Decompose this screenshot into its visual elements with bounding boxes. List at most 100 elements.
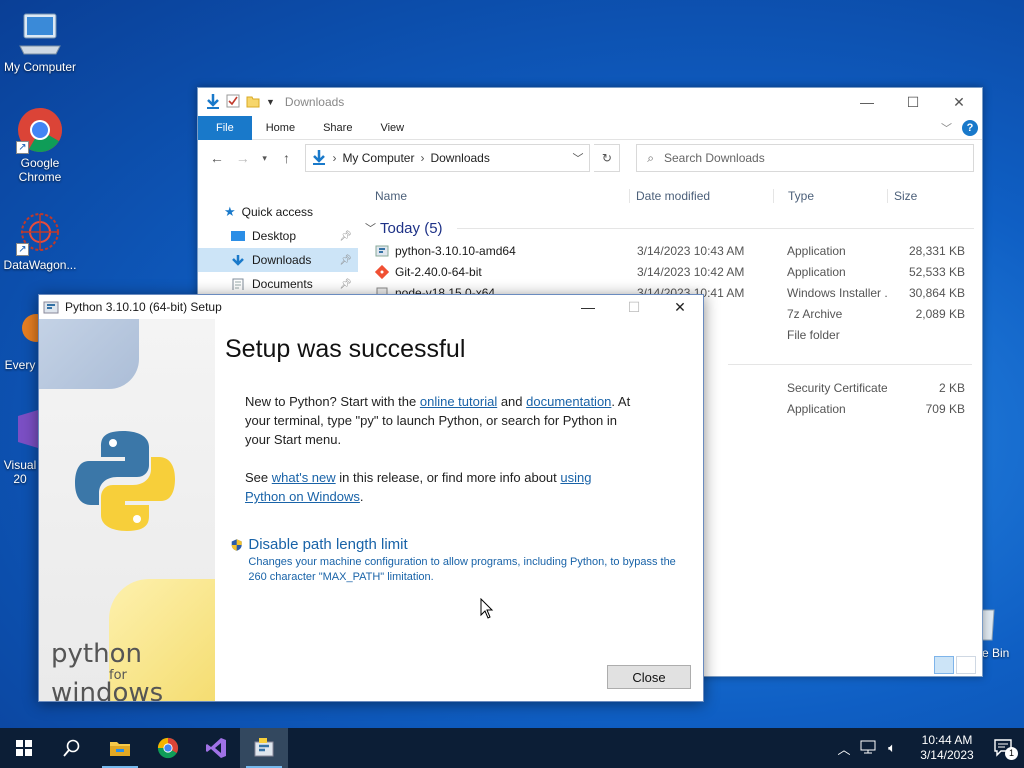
- shortcut-arrow-icon: ↗: [16, 141, 29, 154]
- large-icons-view-button[interactable]: [956, 656, 976, 674]
- address-bar[interactable]: › My Computer › Downloads ﹀: [305, 144, 591, 172]
- maximize-button[interactable]: ☐: [890, 88, 936, 116]
- tab-view[interactable]: View: [366, 116, 418, 140]
- explorer-titlebar[interactable]: ▼ Downloads — ☐ ✕: [198, 88, 982, 116]
- datawagon-icon: ↗: [16, 208, 64, 256]
- taskbar-file-explorer[interactable]: [96, 728, 144, 768]
- chevron-right-icon: ›: [332, 151, 337, 165]
- table-row[interactable]: Git-2.40.0-64-bit 3/14/2023 10:42 AM App…: [363, 261, 982, 282]
- nav-quick-access[interactable]: ★ Quick access: [198, 200, 358, 224]
- tab-file[interactable]: File: [198, 115, 252, 140]
- chrome-icon: [157, 737, 179, 759]
- disable-path-limit-title[interactable]: Disable path length limit: [248, 536, 687, 553]
- ribbon-tabs: File Home Share View ﹀ ?: [198, 115, 982, 140]
- search-input[interactable]: ⌕ Search Downloads: [636, 144, 975, 172]
- system-tray: ︿ 🔈︎ 10:44 AM 3/14/2023 1: [832, 728, 1024, 768]
- disable-path-limit-option[interactable]: Disable path length limit Changes your m…: [231, 536, 687, 585]
- setup-close-window-button[interactable]: ✕: [657, 295, 703, 319]
- minimize-button[interactable]: —: [844, 88, 890, 116]
- breadcrumb-downloads[interactable]: Downloads: [430, 151, 489, 165]
- clock[interactable]: 10:44 AM 3/14/2023: [910, 733, 984, 763]
- computer-icon: [16, 10, 64, 58]
- help-icon[interactable]: ?: [962, 120, 978, 136]
- python-setup-icon: [254, 738, 274, 757]
- pin-icon[interactable]: 📌︎: [339, 231, 352, 242]
- tab-home[interactable]: Home: [252, 116, 309, 140]
- view-toggle: [934, 656, 976, 674]
- pin-icon[interactable]: 📌︎: [339, 255, 352, 266]
- tab-share[interactable]: Share: [309, 116, 366, 140]
- breadcrumb-my-computer[interactable]: My Computer: [342, 151, 414, 165]
- maximize-icon: ☐: [627, 298, 641, 315]
- taskbar-visual-studio[interactable]: [192, 728, 240, 768]
- minimize-icon: —: [581, 299, 595, 315]
- desktop-folder-icon: [231, 231, 245, 241]
- close-icon: ✕: [953, 93, 965, 110]
- whats-new-link[interactable]: what's new: [272, 470, 336, 485]
- python-installer-icon: [375, 245, 389, 256]
- documentation-link[interactable]: documentation: [526, 394, 611, 409]
- recent-locations-icon[interactable]: ▾: [258, 153, 272, 164]
- maximize-icon: ☐: [906, 93, 920, 110]
- column-type[interactable]: Type: [773, 189, 887, 203]
- chevron-right-icon: ›: [420, 151, 425, 165]
- setup-minimize-button[interactable]: —: [565, 295, 611, 319]
- nav-desktop[interactable]: Desktop 📌︎: [198, 224, 358, 248]
- close-button[interactable]: Close: [607, 665, 691, 689]
- visual-studio-icon: [0, 408, 40, 456]
- address-row: ← → ▾ ↑ › My Computer › Downloads ﹀ ↻ ⌕ …: [198, 140, 982, 176]
- column-size[interactable]: Size: [887, 189, 967, 203]
- refresh-icon: ↻: [601, 151, 612, 165]
- show-hidden-icons-icon[interactable]: ︿: [832, 739, 856, 758]
- taskbar-python-setup[interactable]: [240, 728, 288, 768]
- details-view-button[interactable]: [934, 656, 954, 674]
- everything-icon: [0, 308, 40, 356]
- shortcut-arrow-icon: ↗: [16, 243, 29, 256]
- back-icon[interactable]: ←: [206, 150, 228, 166]
- expand-ribbon-icon[interactable]: ﹀: [941, 120, 952, 136]
- chevron-down-icon[interactable]: ﹀: [572, 150, 583, 166]
- refresh-button[interactable]: ↻: [594, 144, 621, 172]
- setup-content: Setup was successful New to Python? Star…: [225, 335, 687, 585]
- quick-access-dropdown-icon[interactable]: ▼: [266, 97, 275, 107]
- table-row[interactable]: python-3.10.10-amd64 3/14/2023 10:43 AM …: [363, 240, 982, 261]
- info-paragraph: See what's new in this release, or find …: [245, 470, 592, 504]
- desktop-icon-datawagon[interactable]: ↗ DataWagon...: [0, 208, 80, 272]
- search-button[interactable]: [48, 728, 96, 768]
- desktop-icon-my-computer[interactable]: My Computer: [0, 10, 80, 74]
- group-header-today[interactable]: ﹀ Today (5): [363, 216, 982, 240]
- setup-maximize-button[interactable]: ☐: [611, 295, 657, 319]
- up-icon[interactable]: ↑: [276, 150, 298, 166]
- action-center-button[interactable]: 1: [984, 728, 1024, 768]
- chrome-icon: ↗: [16, 106, 64, 154]
- column-date-modified[interactable]: Date modified: [629, 189, 773, 203]
- forward-icon[interactable]: →: [232, 150, 254, 166]
- start-button[interactable]: [0, 728, 48, 768]
- taskbar-chrome[interactable]: [144, 728, 192, 768]
- search-placeholder: Search Downloads: [664, 151, 765, 165]
- recycle-bin-icon: [982, 604, 1024, 644]
- desktop-icon-visual-studio[interactable]: Visual 20: [0, 408, 40, 486]
- online-tutorial-link[interactable]: online tutorial: [420, 394, 497, 409]
- column-headers: Name Date modified Type Size: [363, 184, 982, 208]
- desktop-icon-chrome[interactable]: ↗ Google Chrome: [0, 106, 80, 184]
- taskbar: ︿ 🔈︎ 10:44 AM 3/14/2023 1: [0, 728, 1024, 768]
- close-window-button[interactable]: ✕: [936, 88, 982, 116]
- desktop-icon-recycle-bin[interactable]: e Bin: [982, 604, 1024, 660]
- properties-icon[interactable]: [226, 94, 240, 111]
- new-folder-icon[interactable]: [246, 94, 260, 111]
- nav-documents[interactable]: Documents 📌︎: [198, 272, 358, 296]
- notification-count-badge: 1: [1005, 747, 1018, 760]
- setup-titlebar[interactable]: Python 3.10.10 (64-bit) Setup — ☐ ✕: [39, 295, 703, 319]
- network-icon[interactable]: [856, 740, 880, 757]
- group-divider: [456, 227, 974, 229]
- pin-icon[interactable]: 📌︎: [339, 279, 352, 290]
- desktop-icon-everything[interactable]: Every: [0, 308, 40, 372]
- python-setup-dialog: Python 3.10.10 (64-bit) Setup — ☐ ✕ pyth…: [38, 294, 704, 702]
- search-icon: ⌕: [647, 150, 654, 165]
- setup-side-banner: python for windows: [39, 319, 215, 701]
- column-name[interactable]: Name: [363, 189, 629, 203]
- intro-paragraph: New to Python? Start with the online tut…: [245, 394, 631, 447]
- volume-icon[interactable]: 🔈︎: [880, 740, 904, 756]
- nav-downloads[interactable]: Downloads 📌︎: [198, 248, 358, 272]
